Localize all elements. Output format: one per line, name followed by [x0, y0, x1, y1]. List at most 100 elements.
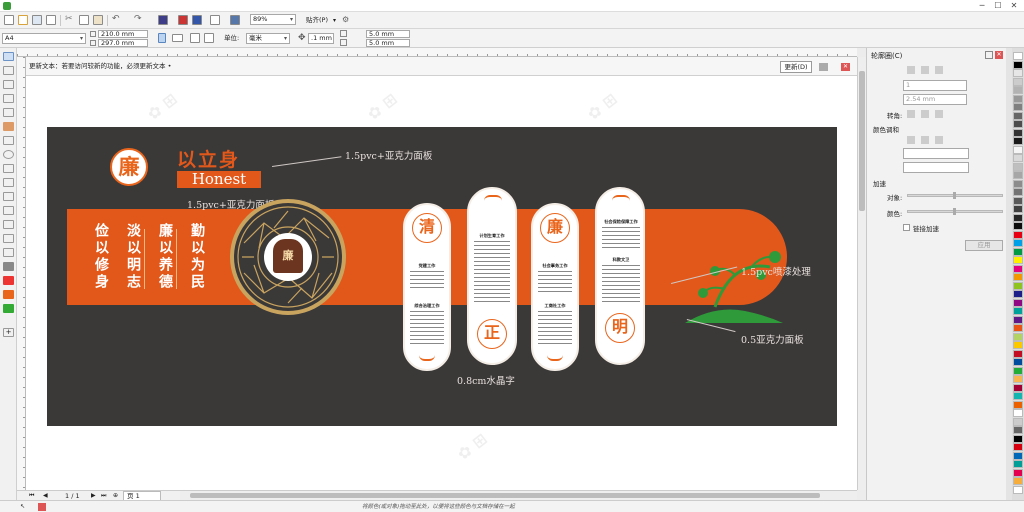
crop-tool-icon[interactable]: [3, 80, 14, 89]
blend-counterclockwise-icon[interactable]: [935, 136, 943, 144]
nudge-distance-field[interactable]: .1 mm: [308, 33, 334, 44]
scroll-thumb[interactable]: [859, 71, 865, 211]
blend-clockwise-icon[interactable]: [921, 136, 929, 144]
link-accel-checkbox[interactable]: [903, 224, 910, 231]
color-swatch[interactable]: [1013, 205, 1023, 213]
drawing-canvas[interactable]: 更新文本：若要访问较新的功能，必须更新文本 • 更新(D) ✕ ✿ ⊞ ✿ ⊞ …: [26, 57, 857, 490]
page-size-select[interactable]: A4 ▾: [2, 33, 86, 44]
color-swatch[interactable]: [1013, 154, 1023, 162]
update-button[interactable]: 更新(D): [780, 61, 812, 73]
docker-expand-icon[interactable]: [985, 51, 993, 59]
page-height-field[interactable]: 297.0 mm: [98, 39, 148, 47]
color-swatch[interactable]: [1013, 128, 1023, 137]
undo-icon[interactable]: ↶: [112, 15, 122, 25]
blend-linear-icon[interactable]: [907, 136, 915, 144]
page-width-field[interactable]: 210.0 mm: [98, 30, 148, 38]
color-swatch[interactable]: [1013, 366, 1023, 375]
pick-tool-icon[interactable]: [3, 52, 14, 61]
object-accel-thumb[interactable]: [953, 192, 956, 199]
color-swatch[interactable]: [1013, 273, 1023, 281]
dimension-tool-icon[interactable]: [3, 206, 14, 215]
save-icon[interactable]: [32, 15, 42, 25]
transparency-tool-icon[interactable]: [3, 248, 14, 257]
docker-close-icon[interactable]: ✕: [995, 51, 1003, 59]
polygon-tool-icon[interactable]: [3, 164, 14, 173]
contour-offset-field[interactable]: 2.54 mm: [903, 94, 967, 105]
color-swatch[interactable]: [1013, 213, 1023, 222]
outline-pen-icon[interactable]: [3, 290, 14, 299]
color-swatch[interactable]: [1013, 315, 1023, 324]
contour-inside-icon[interactable]: [921, 66, 929, 74]
color-swatch[interactable]: [1013, 52, 1023, 60]
maximize-button[interactable]: ☐: [990, 0, 1006, 11]
color-swatch[interactable]: [1013, 485, 1023, 494]
color-swatch[interactable]: [1013, 375, 1023, 383]
copy-icon[interactable]: [79, 15, 89, 25]
snap-to-menu[interactable]: 贴齐(P): [306, 15, 328, 26]
scroll-thumb[interactable]: [190, 493, 820, 498]
color-swatch[interactable]: [1013, 443, 1023, 451]
cut-icon[interactable]: ✂: [65, 15, 75, 25]
color-swatch[interactable]: [1013, 222, 1023, 230]
color-swatch[interactable]: [1013, 468, 1023, 477]
color-swatch[interactable]: [1013, 188, 1023, 196]
color-swatch[interactable]: [1013, 281, 1023, 290]
options-gear-icon[interactable]: ⚙: [342, 15, 352, 25]
color-swatch[interactable]: [1013, 298, 1023, 307]
color-accel-thumb[interactable]: [953, 208, 956, 215]
duplicate-x-field[interactable]: 5.0 mm: [366, 30, 410, 38]
corner-bevel-icon[interactable]: [935, 110, 943, 118]
current-page-icon[interactable]: [204, 33, 214, 43]
color-swatch[interactable]: [1013, 247, 1023, 256]
rectangle-tool-icon[interactable]: [3, 136, 14, 145]
table-tool-icon[interactable]: [3, 192, 14, 201]
first-page-icon[interactable]: ⏮: [29, 492, 34, 500]
search-content-icon[interactable]: [158, 15, 168, 25]
redo-icon[interactable]: ↷: [134, 15, 144, 25]
publish-pdf-icon[interactable]: [210, 15, 220, 25]
vertical-scrollbar[interactable]: [857, 57, 866, 490]
color-swatch[interactable]: [1013, 417, 1023, 426]
print-icon[interactable]: [46, 15, 56, 25]
app-launcher-icon[interactable]: [230, 15, 240, 25]
connector-tool-icon[interactable]: [3, 220, 14, 229]
close-infobar-icon[interactable]: ✕: [841, 63, 850, 71]
import-icon[interactable]: [178, 15, 188, 25]
duplicate-y-field[interactable]: 5.0 mm: [366, 39, 410, 47]
add-page-icon[interactable]: ⊕: [113, 492, 118, 500]
chevron-down-icon[interactable]: ▾: [333, 15, 336, 26]
color-swatch[interactable]: [1013, 426, 1023, 434]
minimize-button[interactable]: ─: [974, 0, 990, 11]
color-swatch[interactable]: [1013, 324, 1023, 332]
color-swatch[interactable]: [1013, 451, 1023, 460]
color-swatch[interactable]: [1013, 77, 1023, 86]
ellipse-tool-icon[interactable]: [3, 150, 14, 159]
interactive-fill-tool-icon[interactable]: [3, 276, 14, 285]
eyedropper-tool-icon[interactable]: [3, 262, 14, 271]
vertical-ruler[interactable]: [17, 57, 26, 490]
color-swatch[interactable]: [1013, 307, 1023, 315]
outline-color-picker[interactable]: [903, 148, 969, 159]
prev-page-icon[interactable]: ◀: [43, 492, 48, 500]
shape-tool-icon[interactable]: [3, 66, 14, 75]
horizontal-ruler[interactable]: [17, 48, 857, 57]
unit-select[interactable]: 毫米 ▾: [246, 33, 290, 44]
horizontal-scrollbar[interactable]: [180, 490, 857, 500]
portrait-icon[interactable]: [158, 33, 166, 43]
export-icon[interactable]: [192, 15, 202, 25]
smart-fill-tool-icon[interactable]: [3, 122, 14, 131]
contour-center-icon[interactable]: [907, 66, 915, 74]
color-swatch[interactable]: [1013, 196, 1023, 205]
color-swatch[interactable]: [1013, 60, 1023, 69]
color-swatch[interactable]: [1013, 434, 1023, 443]
color-swatch[interactable]: [1013, 349, 1023, 358]
color-swatch[interactable]: [1013, 94, 1023, 103]
color-swatch[interactable]: [1013, 179, 1023, 188]
color-swatch[interactable]: [1013, 460, 1023, 468]
color-swatch[interactable]: [1013, 358, 1023, 366]
drop-shadow-tool-icon[interactable]: [3, 234, 14, 243]
color-swatch[interactable]: [1013, 239, 1023, 247]
color-swatch[interactable]: [1013, 341, 1023, 349]
corner-round-icon[interactable]: [921, 110, 929, 118]
color-swatch[interactable]: [1013, 69, 1023, 77]
